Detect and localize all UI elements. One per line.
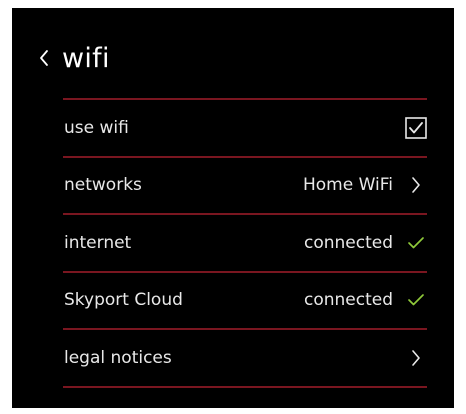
row-legal-notices[interactable]: legal notices [63, 330, 427, 386]
row-label: use wifi [64, 117, 129, 138]
divider [63, 385, 427, 388]
settings-list: use wifi networks Home WiFi internet con… [63, 98, 427, 388]
header: wifi [36, 38, 110, 78]
chevron-right-icon [412, 177, 420, 194]
check-icon [408, 236, 424, 249]
checkbox-checked-icon [405, 116, 427, 139]
use-wifi-checkbox[interactable] [405, 116, 427, 139]
row-label: internet [64, 232, 132, 253]
row-networks[interactable]: networks Home WiFi [63, 158, 427, 214]
row-use-wifi[interactable]: use wifi [63, 100, 427, 156]
row-value: connected [303, 290, 393, 311]
check-icon [408, 294, 424, 306]
back-button[interactable] [36, 47, 52, 69]
row-label: Skyport Cloud [64, 290, 183, 311]
wifi-settings-screen: wifi use wifi networks Home WiFi interne… [12, 8, 454, 408]
row-label: legal notices [64, 347, 172, 368]
row-label: networks [64, 175, 142, 196]
chevron-right-icon [412, 349, 420, 366]
row-value: connected [303, 232, 393, 253]
page-title: wifi [62, 42, 110, 74]
row-internet[interactable]: internet connected [63, 215, 427, 271]
row-skyport-cloud[interactable]: Skyport Cloud connected [63, 273, 427, 329]
row-value: Home WiFi [302, 175, 393, 196]
chevron-left-icon [40, 50, 48, 66]
